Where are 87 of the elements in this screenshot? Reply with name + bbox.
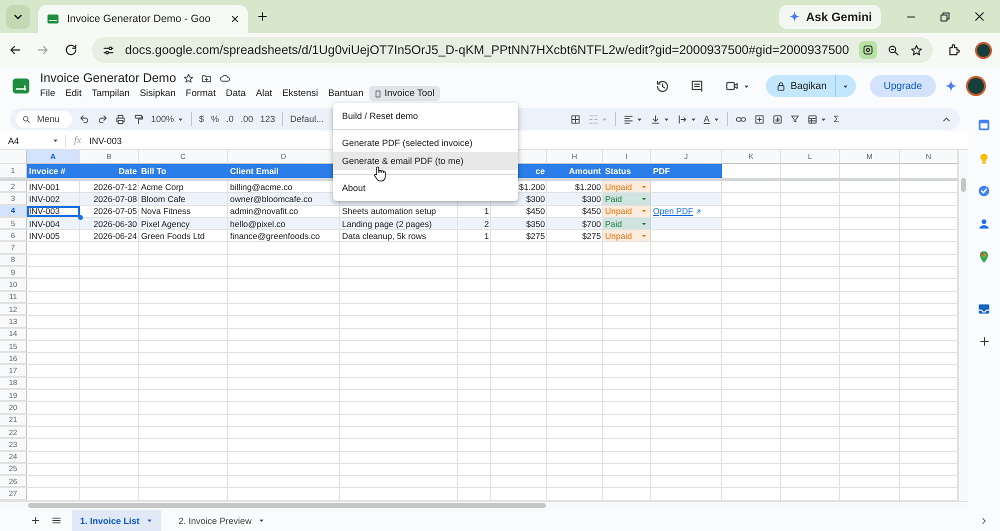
table-cell-text: $1.200 xyxy=(518,181,546,192)
table-cell-text: $350 xyxy=(525,218,546,230)
text-color-button[interactable]: A xyxy=(704,114,720,124)
header-cell: Date xyxy=(80,164,139,178)
table-cell-text: 2026-07-12 xyxy=(92,181,138,192)
table-cell-text: hello@pixel.co xyxy=(229,218,286,230)
table-cell-text: 2026-07-08 xyxy=(92,193,138,205)
menu-item[interactable]: Data xyxy=(220,86,251,101)
tab-title: Invoice Generator Demo - Goo xyxy=(67,13,212,25)
sheet-tab[interactable]: 1. Invoice List xyxy=(72,510,161,531)
menu-item[interactable]: Sisipkan xyxy=(134,86,181,101)
menu-item[interactable]: File xyxy=(35,86,60,101)
table-cell-text: $1.200 xyxy=(574,181,602,192)
table-cell-text: 1 xyxy=(483,230,490,242)
table-cell-text: $275 xyxy=(525,230,546,242)
menu-item[interactable]: Format xyxy=(180,86,221,101)
dropdown-item[interactable]: About xyxy=(333,179,518,197)
font-dropdown[interactable]: Defaul... xyxy=(290,114,324,124)
table-cell-text: $450 xyxy=(581,206,602,217)
table-cell-text: $275 xyxy=(581,230,602,242)
menu-item[interactable]: Bantuan xyxy=(323,86,368,101)
header-cell: Amount xyxy=(547,164,603,178)
status-text: Paid xyxy=(605,194,622,204)
table-cell-text: INV-001 xyxy=(28,181,61,192)
header-cell: Bill To xyxy=(139,164,228,178)
upgrade-button[interactable]: Upgrade xyxy=(870,75,936,97)
table-cell-text: owner@bloomcafe.co xyxy=(229,193,314,205)
header-cell: Status xyxy=(603,164,651,178)
decrease-decimal-button[interactable]: .0 xyxy=(226,114,234,124)
dropdown-item[interactable]: Build / Reset demo xyxy=(333,107,518,125)
table-cell-text: $700 xyxy=(581,218,602,230)
table-cell-text: admin@novafit.co xyxy=(229,206,300,217)
sheet-tab[interactable]: 2. Invoice Preview xyxy=(170,510,273,531)
table-cell-text: 2026-06-24 xyxy=(92,230,138,242)
browser-tab[interactable]: Invoice Generator Demo - Goo xyxy=(38,5,248,33)
status-cell[interactable]: Paid xyxy=(603,193,651,205)
status-cell[interactable]: Paid xyxy=(603,218,651,230)
table-cell-text: billing@acme.co xyxy=(229,181,294,192)
cell-reference[interactable]: A4 xyxy=(8,136,20,146)
status-text: Unpaid xyxy=(605,182,632,192)
menu-item[interactable]: Ekstensi xyxy=(277,86,324,101)
table-cell-text: Pixel Agency xyxy=(140,218,191,230)
header-cell: PDF xyxy=(651,164,722,178)
menu-search-field[interactable]: Menu xyxy=(16,110,72,128)
table-cell-text: $450 xyxy=(525,206,546,217)
currency-format-button[interactable]: $ xyxy=(199,114,204,124)
table-cell-text: $300 xyxy=(525,193,546,205)
menu-item[interactable]: Edit xyxy=(60,86,87,101)
table-cell-text: 2026-06-30 xyxy=(92,218,138,230)
url-text: docs.google.com/spreadsheets/d/1Ug0viUejOT7In5OrJ5_D-qKM_PPtNN7HXcbt6NTFL2w/edit?gid=2000937500#gid=2000937500 xyxy=(125,43,850,57)
menu-item[interactable]: Alat xyxy=(250,86,278,101)
table-cell-text: Sheets automation setup xyxy=(341,206,438,217)
table-cell-text: 1 xyxy=(483,206,490,217)
table-cell-text: Nova Fitness xyxy=(140,206,192,217)
table-cell-text: Bloom Cafe xyxy=(140,193,186,205)
status-text: Unpaid xyxy=(605,206,632,216)
dropdown-item[interactable]: Generate & email PDF (to me) xyxy=(333,152,518,170)
functions-button[interactable]: Σ xyxy=(834,114,840,124)
document-title[interactable]: Invoice Generator Demo xyxy=(40,71,176,85)
increase-decimal-button[interactable]: .00 xyxy=(240,114,254,124)
zoom-dropdown[interactable]: 100% xyxy=(151,114,184,124)
share-button[interactable]: Bagikan xyxy=(766,75,836,97)
table-cell-text: finance@greenfoods.co xyxy=(229,230,321,242)
table-cell-text: 2026-07-05 xyxy=(92,206,138,217)
table-cell-text: 2 xyxy=(483,218,490,230)
address-bar[interactable]: docs.google.com/spreadsheets/d/1Ug0viUejOT7In5OrJ5_D-qKM_PPtNN7HXcbt6NTFL2w/edit?gid=2000937500#gid=2000937500 xyxy=(92,37,934,63)
table-cell-text: INV-002 xyxy=(28,193,61,205)
table-cell-text: Green Foods Ltd xyxy=(140,230,206,242)
status-text: Paid xyxy=(605,218,622,229)
table-cell-text: Data cleanup, 5k rows xyxy=(341,230,428,242)
number-format-button[interactable]: 123 xyxy=(260,114,276,124)
table-cell-text: Landing page (2 pages) xyxy=(341,218,433,230)
table-cell-text: $300 xyxy=(581,193,602,205)
dropdown-item[interactable]: Generate PDF (selected invoice) xyxy=(333,134,518,152)
formula-value[interactable]: INV-003 xyxy=(89,136,122,146)
percent-format-button[interactable]: % xyxy=(211,114,220,124)
table-cell-text: INV-004 xyxy=(28,218,61,230)
table-cell-text: INV-005 xyxy=(28,230,61,242)
status-text: Unpaid xyxy=(605,230,632,241)
table-cell-text: Acme Corp xyxy=(140,181,185,192)
gemini-button[interactable]: Ask Gemini xyxy=(778,4,881,28)
menu-item[interactable]: Tampilan xyxy=(86,86,135,101)
pdf-link[interactable]: Open PDF xyxy=(653,206,702,216)
menu-item[interactable]: Invoice Tool xyxy=(368,86,440,101)
function-label: fx xyxy=(74,135,82,146)
table-cell: INV-003 xyxy=(27,206,80,217)
header-cell: Invoice # xyxy=(27,164,80,178)
